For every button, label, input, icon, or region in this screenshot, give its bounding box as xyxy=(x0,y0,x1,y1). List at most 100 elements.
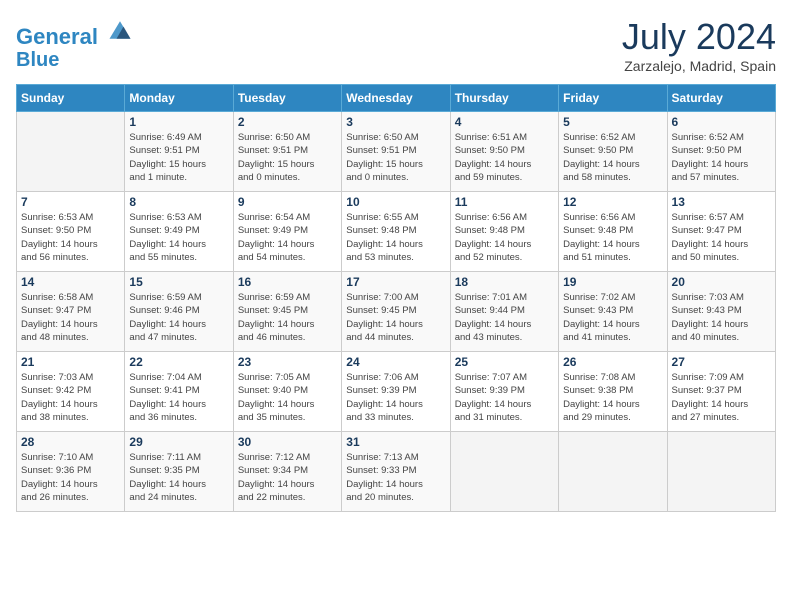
day-number: 1 xyxy=(129,115,228,129)
day-cell: 27 Sunrise: 7:09 AM Sunset: 9:37 PM Dayli… xyxy=(667,352,775,432)
day-cell: 5 Sunrise: 6:52 AM Sunset: 9:50 PM Daylig… xyxy=(559,112,667,192)
day-number: 8 xyxy=(129,195,228,209)
day-number: 3 xyxy=(346,115,445,129)
week-row-1: 1 Sunrise: 6:49 AM Sunset: 9:51 PM Daylig… xyxy=(17,112,776,192)
day-number: 5 xyxy=(563,115,662,129)
day-info: Sunrise: 6:53 AM Sunset: 9:49 PM Dayligh… xyxy=(129,211,228,264)
day-cell xyxy=(450,432,558,512)
day-number: 19 xyxy=(563,275,662,289)
day-cell: 15Sunrise: 6:59 AM Sunset: 9:46 PM Dayli… xyxy=(125,272,233,352)
day-cell: 30 Sunrise: 7:12 AM Sunset: 9:34 PM Dayli… xyxy=(233,432,341,512)
day-info: Sunrise: 6:57 AM Sunset: 9:47 PM Dayligh… xyxy=(672,211,771,264)
day-number: 25 xyxy=(455,355,554,369)
day-cell: 1 Sunrise: 6:49 AM Sunset: 9:51 PM Daylig… xyxy=(125,112,233,192)
col-header-tuesday: Tuesday xyxy=(233,85,341,112)
day-cell: 2Sunrise: 6:50 AM Sunset: 9:51 PM Daylig… xyxy=(233,112,341,192)
calendar-header-row: SundayMondayTuesdayWednesdayThursdayFrid… xyxy=(17,85,776,112)
day-info: Sunrise: 6:51 AM Sunset: 9:50 PM Dayligh… xyxy=(455,131,554,184)
day-info: Sunrise: 7:09 AM Sunset: 9:37 PM Dayligh… xyxy=(672,371,771,424)
calendar-table: SundayMondayTuesdayWednesdayThursdayFrid… xyxy=(16,84,776,512)
day-number: 14 xyxy=(21,275,120,289)
day-info: Sunrise: 6:58 AM Sunset: 9:47 PM Dayligh… xyxy=(21,291,120,344)
day-number: 9 xyxy=(238,195,337,209)
logo-line1: General xyxy=(16,24,98,49)
title-block: July 2024 Zarzalejo, Madrid, Spain xyxy=(622,16,776,74)
day-cell: 18 Sunrise: 7:01 AM Sunset: 9:44 PM Dayli… xyxy=(450,272,558,352)
day-cell: 13 Sunrise: 6:57 AM Sunset: 9:47 PM Dayli… xyxy=(667,192,775,272)
location: Zarzalejo, Madrid, Spain xyxy=(622,58,776,74)
day-cell: 7 Sunrise: 6:53 AM Sunset: 9:50 PM Daylig… xyxy=(17,192,125,272)
day-cell: 4Sunrise: 6:51 AM Sunset: 9:50 PM Daylig… xyxy=(450,112,558,192)
col-header-monday: Monday xyxy=(125,85,233,112)
week-row-4: 21Sunrise: 7:03 AM Sunset: 9:42 PM Dayli… xyxy=(17,352,776,432)
day-cell xyxy=(667,432,775,512)
logo-line2: Blue xyxy=(16,49,134,71)
day-info: Sunrise: 6:59 AM Sunset: 9:46 PM Dayligh… xyxy=(129,291,228,344)
week-row-3: 14 Sunrise: 6:58 AM Sunset: 9:47 PM Dayli… xyxy=(17,272,776,352)
day-cell: 25 Sunrise: 7:07 AM Sunset: 9:39 PM Dayli… xyxy=(450,352,558,432)
day-cell: 17 Sunrise: 7:00 AM Sunset: 9:45 PM Dayli… xyxy=(342,272,450,352)
page-header: General Blue July 2024 Zarzalejo, Madrid… xyxy=(16,16,776,74)
day-cell: 16 Sunrise: 6:59 AM Sunset: 9:45 PM Dayli… xyxy=(233,272,341,352)
day-number: 11 xyxy=(455,195,554,209)
day-info: Sunrise: 7:02 AM Sunset: 9:43 PM Dayligh… xyxy=(563,291,662,344)
day-info: Sunrise: 6:52 AM Sunset: 9:50 PM Dayligh… xyxy=(672,131,771,184)
day-number: 18 xyxy=(455,275,554,289)
day-cell: 6Sunrise: 6:52 AM Sunset: 9:50 PM Daylig… xyxy=(667,112,775,192)
col-header-thursday: Thursday xyxy=(450,85,558,112)
day-cell: 14 Sunrise: 6:58 AM Sunset: 9:47 PM Dayli… xyxy=(17,272,125,352)
day-cell: 8 Sunrise: 6:53 AM Sunset: 9:49 PM Daylig… xyxy=(125,192,233,272)
col-header-saturday: Saturday xyxy=(667,85,775,112)
day-info: Sunrise: 7:06 AM Sunset: 9:39 PM Dayligh… xyxy=(346,371,445,424)
day-info: Sunrise: 7:04 AM Sunset: 9:41 PM Dayligh… xyxy=(129,371,228,424)
day-cell: 26 Sunrise: 7:08 AM Sunset: 9:38 PM Dayli… xyxy=(559,352,667,432)
day-info: Sunrise: 6:50 AM Sunset: 9:51 PM Dayligh… xyxy=(346,131,445,184)
day-number: 13 xyxy=(672,195,771,209)
day-cell: 12Sunrise: 6:56 AM Sunset: 9:48 PM Dayli… xyxy=(559,192,667,272)
day-number: 28 xyxy=(21,435,120,449)
day-info: Sunrise: 7:01 AM Sunset: 9:44 PM Dayligh… xyxy=(455,291,554,344)
day-number: 16 xyxy=(238,275,337,289)
logo-icon xyxy=(106,16,134,44)
day-cell: 24 Sunrise: 7:06 AM Sunset: 9:39 PM Dayli… xyxy=(342,352,450,432)
day-number: 26 xyxy=(563,355,662,369)
col-header-wednesday: Wednesday xyxy=(342,85,450,112)
day-cell: 20Sunrise: 7:03 AM Sunset: 9:43 PM Dayli… xyxy=(667,272,775,352)
day-info: Sunrise: 6:59 AM Sunset: 9:45 PM Dayligh… xyxy=(238,291,337,344)
day-number: 17 xyxy=(346,275,445,289)
day-info: Sunrise: 7:12 AM Sunset: 9:34 PM Dayligh… xyxy=(238,451,337,504)
day-cell xyxy=(17,112,125,192)
day-info: Sunrise: 7:00 AM Sunset: 9:45 PM Dayligh… xyxy=(346,291,445,344)
day-cell: 21Sunrise: 7:03 AM Sunset: 9:42 PM Dayli… xyxy=(17,352,125,432)
day-info: Sunrise: 6:53 AM Sunset: 9:50 PM Dayligh… xyxy=(21,211,120,264)
day-info: Sunrise: 6:52 AM Sunset: 9:50 PM Dayligh… xyxy=(563,131,662,184)
logo-text: General xyxy=(16,16,134,49)
day-number: 7 xyxy=(21,195,120,209)
day-info: Sunrise: 7:07 AM Sunset: 9:39 PM Dayligh… xyxy=(455,371,554,424)
day-info: Sunrise: 6:49 AM Sunset: 9:51 PM Dayligh… xyxy=(129,131,228,184)
day-info: Sunrise: 7:03 AM Sunset: 9:42 PM Dayligh… xyxy=(21,371,120,424)
day-info: Sunrise: 7:11 AM Sunset: 9:35 PM Dayligh… xyxy=(129,451,228,504)
day-number: 31 xyxy=(346,435,445,449)
day-info: Sunrise: 7:10 AM Sunset: 9:36 PM Dayligh… xyxy=(21,451,120,504)
day-cell: 31Sunrise: 7:13 AM Sunset: 9:33 PM Dayli… xyxy=(342,432,450,512)
day-number: 23 xyxy=(238,355,337,369)
day-cell: 10Sunrise: 6:55 AM Sunset: 9:48 PM Dayli… xyxy=(342,192,450,272)
day-info: Sunrise: 7:05 AM Sunset: 9:40 PM Dayligh… xyxy=(238,371,337,424)
day-info: Sunrise: 7:03 AM Sunset: 9:43 PM Dayligh… xyxy=(672,291,771,344)
day-info: Sunrise: 7:08 AM Sunset: 9:38 PM Dayligh… xyxy=(563,371,662,424)
day-cell: 19 Sunrise: 7:02 AM Sunset: 9:43 PM Dayli… xyxy=(559,272,667,352)
day-number: 24 xyxy=(346,355,445,369)
day-info: Sunrise: 6:54 AM Sunset: 9:49 PM Dayligh… xyxy=(238,211,337,264)
day-cell: 3 Sunrise: 6:50 AM Sunset: 9:51 PM Daylig… xyxy=(342,112,450,192)
day-number: 27 xyxy=(672,355,771,369)
day-info: Sunrise: 6:55 AM Sunset: 9:48 PM Dayligh… xyxy=(346,211,445,264)
day-number: 22 xyxy=(129,355,228,369)
day-info: Sunrise: 6:56 AM Sunset: 9:48 PM Dayligh… xyxy=(455,211,554,264)
day-cell: 11 Sunrise: 6:56 AM Sunset: 9:48 PM Dayli… xyxy=(450,192,558,272)
month-title: July 2024 xyxy=(622,16,776,58)
col-header-friday: Friday xyxy=(559,85,667,112)
day-info: Sunrise: 6:50 AM Sunset: 9:51 PM Dayligh… xyxy=(238,131,337,184)
day-cell: 29Sunrise: 7:11 AM Sunset: 9:35 PM Dayli… xyxy=(125,432,233,512)
day-number: 30 xyxy=(238,435,337,449)
